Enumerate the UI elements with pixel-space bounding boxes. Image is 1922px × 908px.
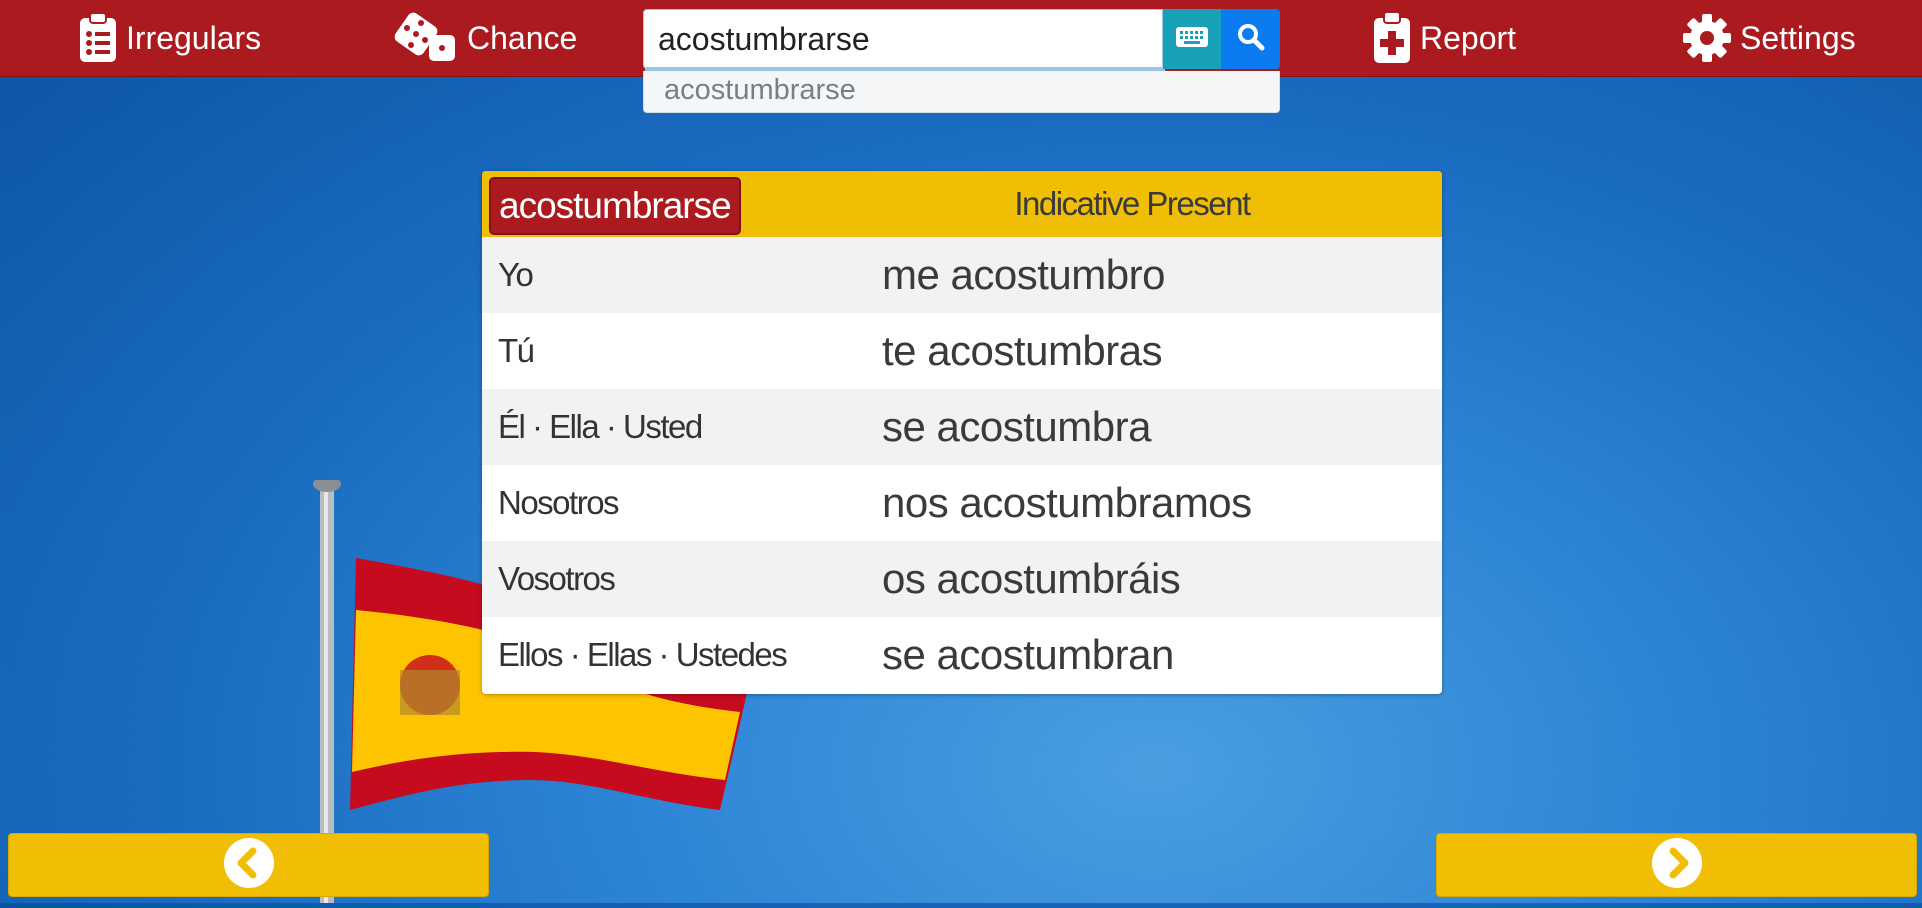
table-row: Yo me acostumbro <box>482 237 1442 313</box>
previous-button[interactable] <box>8 833 489 897</box>
pronoun-cell: Él · Ella · Usted <box>498 408 703 445</box>
conjugation-cell: me acostumbro <box>882 251 1165 298</box>
chevron-right-circle-icon <box>1651 837 1702 893</box>
chevron-left-circle-icon <box>223 837 274 893</box>
conjugation-cell: se acostumbra <box>882 403 1151 450</box>
clipboard-list-icon <box>78 12 118 64</box>
search-icon <box>1237 23 1265 56</box>
pronoun-cell: Ellos · Ellas · Ustedes <box>498 636 788 673</box>
tense-title: Indicative Present <box>1014 185 1251 222</box>
search-bar <box>643 9 1280 71</box>
conjugation-cell: nos acostumbramos <box>882 479 1252 526</box>
verb-badge: acostumbrarse <box>489 177 741 235</box>
search-button[interactable] <box>1221 9 1280 69</box>
conjugation-table: acostumbrarse Indicative Present Yo me a… <box>482 171 1442 694</box>
conjugation-cell: se acostumbran <box>882 631 1174 678</box>
conjugation-cell: os acostumbráis <box>882 555 1181 602</box>
table-row: Él · Ella · Usted se acostumbra <box>482 389 1442 465</box>
conjugation-cell: te acostumbras <box>882 327 1163 374</box>
chance-nav-button[interactable]: Chance <box>393 10 577 66</box>
keyboard-button[interactable] <box>1163 9 1221 69</box>
settings-label: Settings <box>1740 19 1856 56</box>
pronoun-cell: Tú <box>498 332 535 369</box>
irregulars-label: Irregulars <box>126 19 262 56</box>
pronoun-cell: Nosotros <box>498 484 620 521</box>
next-button[interactable] <box>1436 833 1917 897</box>
keyboard-icon <box>1175 26 1209 53</box>
settings-nav-button[interactable]: Settings <box>1682 10 1856 66</box>
chance-label: Chance <box>467 19 578 56</box>
gear-icon <box>1682 13 1732 63</box>
table-row: Tú te acostumbras <box>482 313 1442 389</box>
dice-icon <box>393 11 459 65</box>
table-row: Vosotros os acostumbráis <box>482 541 1442 617</box>
report-label: Report <box>1420 19 1517 56</box>
pronoun-cell: Vosotros <box>498 560 616 597</box>
table-row: Ellos · Ellas · Ustedes se acostumbran <box>482 617 1442 693</box>
clipboard-plus-icon <box>1372 11 1412 65</box>
search-input[interactable] <box>643 9 1163 69</box>
search-suggestion-item[interactable]: acostumbrarse <box>643 71 1280 113</box>
table-row: Nosotros nos acostumbramos <box>482 465 1442 541</box>
table-header: acostumbrarse Indicative Present <box>482 171 1442 239</box>
report-nav-button[interactable]: Report <box>1372 10 1516 66</box>
irregulars-nav-button[interactable]: Irregulars <box>78 10 261 66</box>
pronoun-cell: Yo <box>498 256 534 293</box>
